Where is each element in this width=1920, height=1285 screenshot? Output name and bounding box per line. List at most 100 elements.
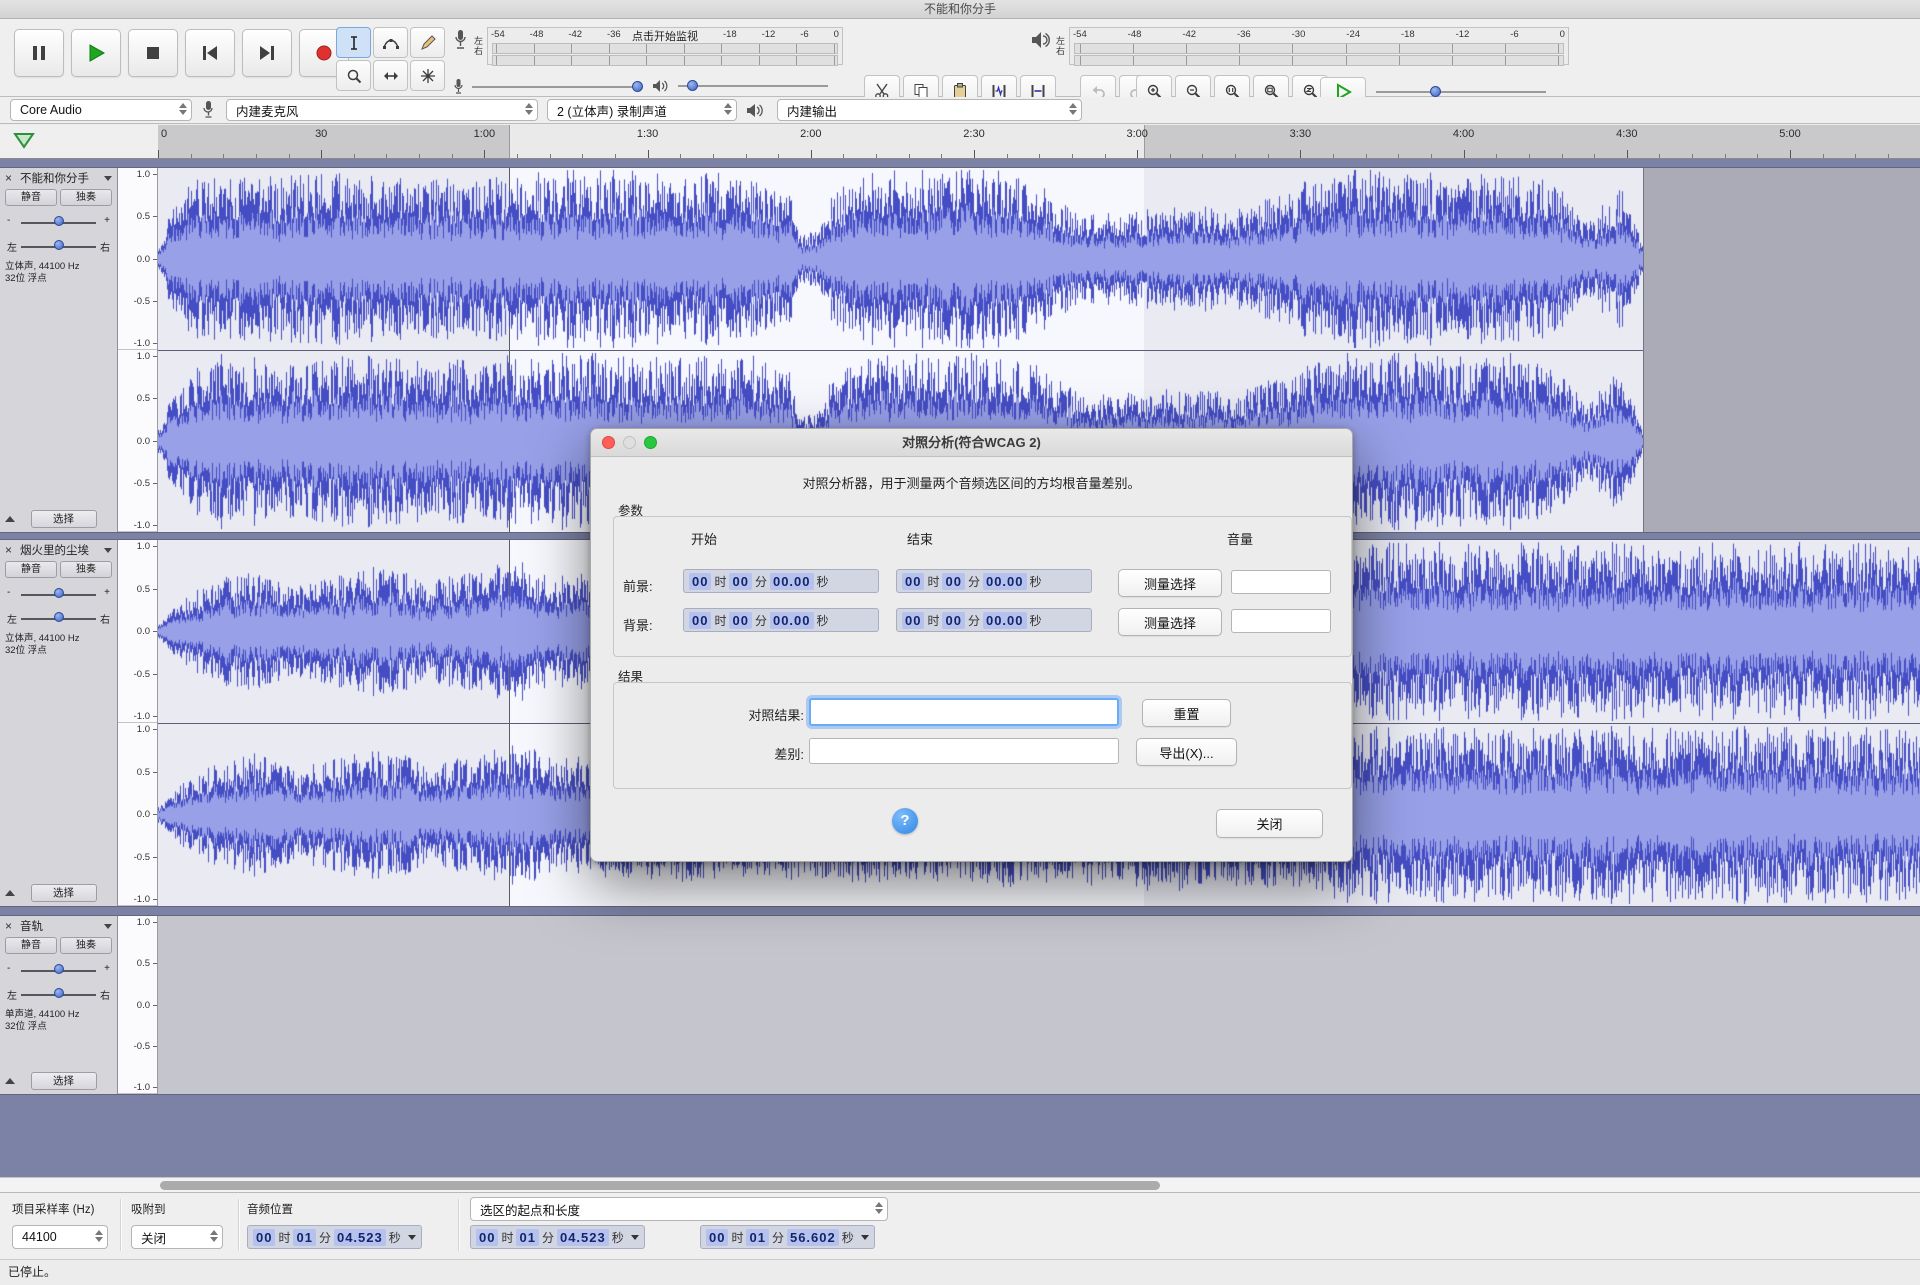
audio-host-select[interactable]: Core Audio xyxy=(10,99,192,121)
collapse-track-icon[interactable] xyxy=(5,1078,15,1084)
pinned-play-head-icon[interactable] xyxy=(12,131,40,151)
selection-start-field[interactable]: 00 时 01 分 04.523 秒 xyxy=(470,1225,645,1249)
envelope-tool-button[interactable] xyxy=(373,27,408,58)
monitor-hint[interactable]: 点击开始监视 xyxy=(488,28,842,44)
collapse-track-icon[interactable] xyxy=(5,890,15,896)
track-close-icon[interactable]: × xyxy=(5,920,16,932)
recording-device-select[interactable]: 内建麦克风 xyxy=(226,99,538,121)
track-close-icon[interactable]: × xyxy=(5,544,16,556)
track-title[interactable]: 烟火里的尘埃 xyxy=(20,542,100,558)
time-digit-group[interactable]: 00.00 xyxy=(769,572,814,590)
gain-thumb[interactable] xyxy=(53,964,64,974)
vertical-scale-ruler[interactable]: 1.0 0.5 0.0 -0.5 -1.0 xyxy=(118,916,158,1094)
dialog-title-bar[interactable]: 对照分析(符合WCAG 2) xyxy=(591,429,1352,457)
close-dialog-button[interactable]: 关闭 xyxy=(1216,809,1323,838)
project-rate-select[interactable]: 44100 xyxy=(12,1225,108,1249)
playback-device-select[interactable]: 内建输出 xyxy=(777,99,1082,121)
audio-position-field[interactable]: 00 时 01 分 04.523 秒 xyxy=(247,1225,422,1249)
time-shift-tool-button[interactable] xyxy=(373,60,408,91)
time-digit-group[interactable]: 01 xyxy=(516,1228,539,1246)
horizontal-scrollbar[interactable] xyxy=(0,1177,1920,1193)
pause-button[interactable] xyxy=(14,29,64,77)
field-dropdown-icon[interactable] xyxy=(860,1234,869,1240)
selection-length-field[interactable]: 00 时 01 分 56.602 秒 xyxy=(700,1225,875,1249)
recording-meter[interactable]: 左右 -54-48-42-36-30-24-18-12-60 点击开始监视 xyxy=(452,27,844,66)
selection-tool-button[interactable] xyxy=(336,27,371,58)
zoom-window-icon[interactable] xyxy=(644,436,657,449)
time-digit-group[interactable]: 00 xyxy=(729,572,752,590)
skip-to-start-button[interactable] xyxy=(185,29,235,77)
time-digit-group[interactable]: 00.00 xyxy=(982,611,1027,629)
export-button[interactable]: 导出(X)... xyxy=(1136,738,1237,766)
gain-thumb[interactable] xyxy=(53,216,64,226)
time-digit-group[interactable]: 00 xyxy=(729,611,752,629)
time-digit-group[interactable]: 00 xyxy=(706,1228,729,1246)
zoom-tool-button[interactable] xyxy=(336,60,371,91)
contrast-result-input[interactable] xyxy=(809,698,1119,726)
select-track-button[interactable]: 选择 xyxy=(30,510,97,528)
mute-button[interactable]: 静音 xyxy=(5,937,57,954)
measure-foreground-button[interactable]: 测量选择 xyxy=(1118,569,1222,597)
time-digit-group[interactable]: 00 xyxy=(689,572,712,590)
mute-button[interactable]: 静音 xyxy=(5,561,57,578)
pan-slider[interactable]: 左 右 xyxy=(5,607,112,626)
gain-slider[interactable]: - + xyxy=(5,959,112,978)
mute-button[interactable]: 静音 xyxy=(5,189,57,206)
stop-button[interactable] xyxy=(128,29,178,77)
foreground-volume-field[interactable] xyxy=(1231,570,1331,594)
pan-thumb[interactable] xyxy=(53,240,64,250)
time-digit-group[interactable]: 56.602 xyxy=(786,1228,839,1246)
minimize-window-icon[interactable] xyxy=(623,436,636,449)
pan-thumb[interactable] xyxy=(53,612,64,622)
timeline-options[interactable] xyxy=(0,125,158,159)
background-end-field[interactable]: 00 时 00 分 00.00 秒 xyxy=(896,608,1092,632)
foreground-start-field[interactable]: 00 时 00 分 00.00 秒 xyxy=(683,569,879,593)
time-digit-group[interactable]: 00.00 xyxy=(982,572,1027,590)
foreground-end-field[interactable]: 00 时 00 分 00.00 秒 xyxy=(896,569,1092,593)
time-digit-group[interactable]: 01 xyxy=(293,1228,316,1246)
gain-thumb[interactable] xyxy=(53,588,64,598)
waveform-area[interactable] xyxy=(158,916,1920,1094)
time-digit-group[interactable]: 04.523 xyxy=(333,1228,386,1246)
time-digit-group[interactable]: 00 xyxy=(689,611,712,629)
slider-thumb[interactable] xyxy=(687,80,698,91)
time-digit-group[interactable]: 00 xyxy=(942,572,965,590)
waveform-canvas[interactable] xyxy=(158,169,1643,349)
track-menu-icon[interactable] xyxy=(104,923,112,929)
background-start-field[interactable]: 00 时 00 分 00.00 秒 xyxy=(683,608,879,632)
field-dropdown-icon[interactable] xyxy=(407,1234,416,1240)
vertical-scale-ruler[interactable]: 1.0 0.5 0.0 -0.5 -1.0 1.0 0.5 0.0 -0.5 -1.0 xyxy=(118,168,158,532)
slider-thumb[interactable] xyxy=(1430,86,1442,97)
time-digit-group[interactable]: 00 xyxy=(902,572,925,590)
reset-button[interactable]: 重置 xyxy=(1142,699,1231,727)
time-digit-group[interactable]: 00 xyxy=(902,611,925,629)
solo-button[interactable]: 独奏 xyxy=(60,937,112,954)
play-button[interactable] xyxy=(71,29,121,77)
time-digit-group[interactable]: 04.523 xyxy=(556,1228,609,1246)
track-menu-icon[interactable] xyxy=(104,547,112,553)
slider-thumb[interactable] xyxy=(631,81,643,92)
timeline-ruler[interactable]: 0 30 1:00 1:30 2:00 2:30 3:00 3:30 4:00 4:30 5:00 xyxy=(158,125,1920,159)
track-menu-icon[interactable] xyxy=(104,175,112,181)
time-digit-group[interactable]: 00 xyxy=(476,1228,499,1246)
pan-thumb[interactable] xyxy=(53,988,64,998)
background-volume-field[interactable] xyxy=(1231,609,1331,633)
selection-mode-select[interactable]: 选区的起点和长度 xyxy=(470,1197,888,1221)
difference-input[interactable] xyxy=(809,738,1119,764)
help-button[interactable]: ? xyxy=(892,808,918,834)
playback-volume-slider[interactable] xyxy=(652,77,828,95)
select-track-button[interactable]: 选择 xyxy=(30,1072,97,1090)
time-digit-group[interactable]: 00 xyxy=(942,611,965,629)
track-close-icon[interactable]: × xyxy=(5,172,16,184)
vertical-scale-ruler[interactable]: 1.0 0.5 0.0 -0.5 -1.0 1.0 0.5 0.0 -0.5 -1.0 xyxy=(118,540,158,906)
pan-slider[interactable]: 左 右 xyxy=(5,983,112,1002)
playback-meter[interactable]: 左右 -54 -48 -42 -36 -30 -24 -18 -12 -6 0 xyxy=(1030,27,1570,66)
recording-volume-slider[interactable] xyxy=(452,77,643,97)
recording-channels-select[interactable]: 2 (立体声) 录制声道 xyxy=(547,99,737,121)
solo-button[interactable]: 独奏 xyxy=(60,561,112,578)
draw-tool-button[interactable] xyxy=(410,27,445,58)
measure-background-button[interactable]: 测量选择 xyxy=(1118,608,1222,636)
snap-to-select[interactable]: 关闭 xyxy=(131,1225,223,1249)
time-digit-group[interactable]: 00 xyxy=(253,1228,276,1246)
pan-slider[interactable]: 左 右 xyxy=(5,235,112,254)
